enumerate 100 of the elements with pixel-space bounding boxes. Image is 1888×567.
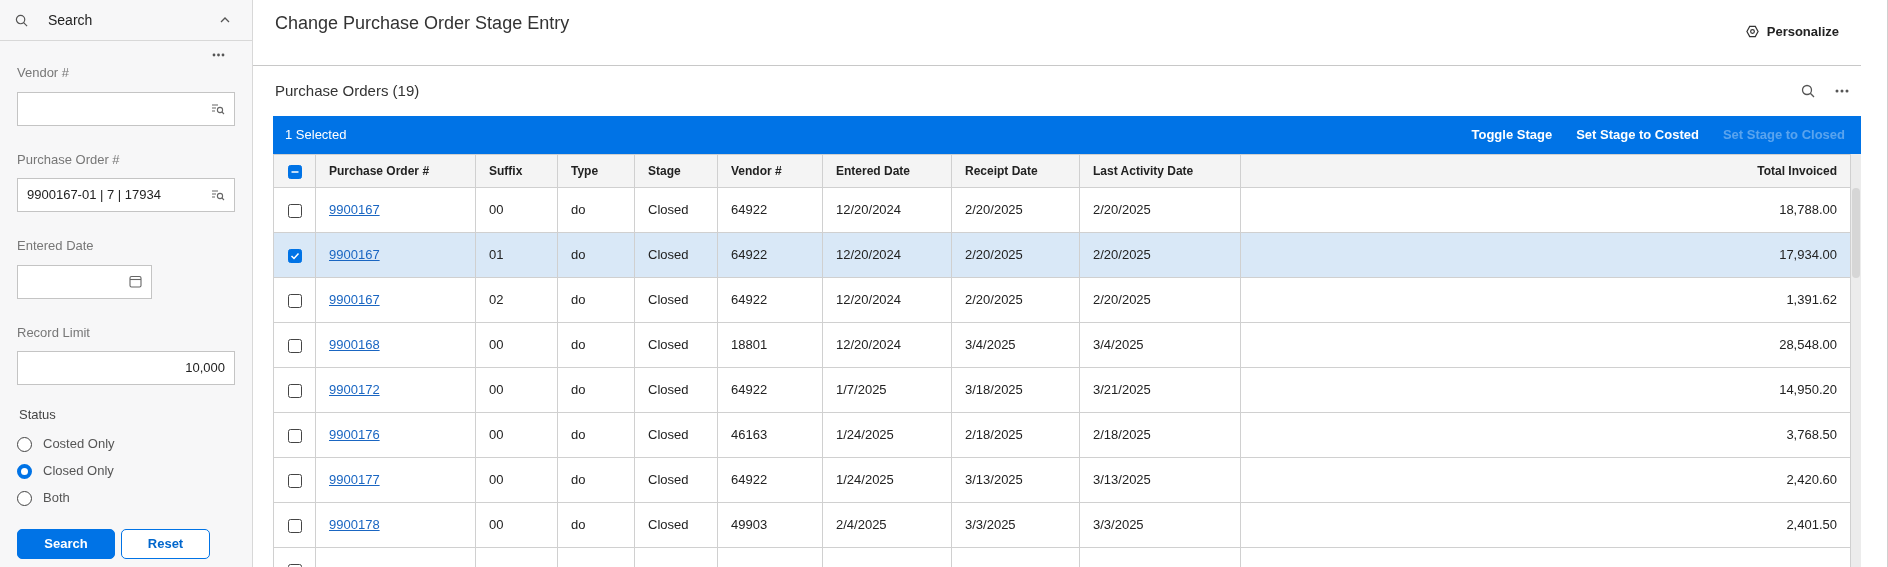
reset-button[interactable]: Reset [121, 528, 210, 559]
table-cell: 2,401.50 [1786, 517, 1837, 533]
table-cell: 12/20/2024 [836, 337, 902, 353]
radio-label: Costed Only [43, 435, 115, 454]
input-field[interactable] [17, 91, 235, 126]
table-cell: Closed [648, 517, 689, 533]
column-header[interactable]: Stage [648, 164, 681, 178]
table-cell: 18,788.00 [1779, 202, 1837, 218]
table-cell: 3,768.50 [1786, 427, 1837, 443]
table-cell: 18801 [731, 337, 768, 353]
table-cell: 12/20/2024 [836, 292, 902, 308]
table-cell: 2/20/2025 [965, 247, 1023, 263]
table-cell: 64922 [731, 292, 768, 308]
search-icon[interactable] [1801, 84, 1815, 98]
table-cell: 01 [489, 247, 504, 263]
table-cell: 46163 [731, 427, 768, 443]
order-link[interactable]: 9900177 [329, 472, 380, 488]
grid-title: Purchase Orders (19) [275, 80, 420, 101]
page-title: Change Purchase Order Stage Entry [275, 12, 570, 35]
table-cell: Closed [648, 427, 689, 443]
column-header[interactable]: Type [571, 164, 599, 178]
table-cell: 1/24/2025 [836, 427, 894, 443]
table-cell: 12/20/2024 [836, 247, 902, 263]
input-field[interactable]: 9900167-01 | 7 | 17934 [17, 178, 235, 212]
table-cell: do [571, 382, 586, 398]
table-cell: 64922 [731, 247, 768, 263]
checkbox[interactable] [287, 383, 302, 398]
input-field[interactable]: 10,000 [17, 351, 235, 385]
table-cell: 2/18/2025 [965, 427, 1023, 443]
settings-icon [1745, 25, 1759, 39]
search-icon [15, 13, 28, 27]
more-icon[interactable] [212, 53, 225, 57]
checkbox[interactable] [287, 473, 302, 488]
table-row[interactable]: 9900167 02 do Closed 64922 12/20/2024 2/20/2025 2/20/2025 1,391.62 [273, 277, 1851, 323]
scrollbar[interactable] [1851, 154, 1861, 567]
field-label: Entered Date [17, 237, 95, 255]
field-label: Purchase Order # [17, 150, 121, 169]
group-label: Status [19, 406, 57, 424]
column-header[interactable]: Total Invoiced [1757, 164, 1837, 178]
personalize-button[interactable]: Personalize [1745, 22, 1839, 42]
table-cell: 49903 [731, 517, 768, 533]
search-button[interactable]: Search [17, 528, 115, 559]
order-link[interactable]: 9900168 [329, 337, 380, 353]
checkbox[interactable] [287, 203, 302, 218]
table-cell: 64922 [731, 202, 768, 218]
table-cell: 1,391.62 [1786, 292, 1837, 308]
order-link[interactable]: 9900178 [329, 517, 380, 533]
table-cell: 00 [489, 427, 504, 443]
table-cell: 3/13/2025 [1093, 472, 1151, 488]
table-row[interactable]: 9900178 00 do Closed 49903 2/4/2025 3/3/2025 3/3/2025 2,401.50 [273, 502, 1851, 548]
order-link[interactable]: 9900167 [329, 292, 380, 308]
table-cell: Closed [648, 472, 689, 488]
table-cell: do [571, 292, 586, 308]
more-icon[interactable] [1835, 89, 1849, 93]
checkbox[interactable] [287, 338, 302, 353]
action-link[interactable]: Toggle Stage [1471, 125, 1553, 145]
table-cell: Closed [648, 337, 689, 353]
table-row[interactable]: 9900177 00 do Closed 64922 1/24/2025 3/13/2025 3/13/2025 2,420.60 [273, 457, 1851, 503]
order-link[interactable]: 9900172 [329, 382, 380, 398]
column-header[interactable]: Suffix [489, 164, 523, 178]
field-label: Vendor # [17, 64, 71, 82]
table-cell: 2/20/2025 [965, 202, 1023, 218]
table-cell: do [571, 427, 586, 443]
table-cell: 3/4/2025 [1093, 337, 1144, 353]
table-row[interactable]: 9900167 01 do Closed 64922 12/20/2024 2/20/2025 2/20/2025 17,934.00 [273, 232, 1851, 278]
table-row[interactable]: 9900167 00 do Closed 64922 12/20/2024 2/20/2025 2/20/2025 18,788.00 [273, 187, 1851, 233]
panel-title: Search [48, 10, 94, 30]
table-cell: 14,950.20 [1779, 382, 1837, 398]
selection-count: 1 Selected [285, 126, 347, 145]
column-header[interactable]: Vendor # [731, 164, 782, 178]
checkbox[interactable] [287, 293, 302, 308]
table-cell: 2/4/2025 [836, 517, 887, 533]
date-field[interactable] [17, 264, 152, 299]
table-cell: 12/20/2024 [836, 202, 902, 218]
table-cell: Closed [648, 292, 689, 308]
table-cell: 2/20/2025 [1093, 202, 1151, 218]
order-link[interactable]: 9900167 [329, 247, 380, 263]
table-cell: 3/4/2025 [965, 337, 1016, 353]
order-link[interactable]: 9900176 [329, 427, 380, 443]
checkbox[interactable] [287, 428, 302, 443]
checkbox[interactable] [287, 164, 302, 179]
table-row[interactable]: 9900168 00 do Closed 18801 12/20/2024 3/4/2025 3/4/2025 28,548.00 [273, 322, 1851, 368]
action-link[interactable]: Set Stage to Costed [1576, 125, 1699, 145]
table-row[interactable]: 9900176 00 do Closed 46163 1/24/2025 2/18/2025 2/18/2025 3,768.50 [273, 412, 1851, 458]
table-cell: 64922 [731, 472, 768, 488]
field-label: Record Limit [17, 323, 91, 342]
radio-button[interactable] [17, 463, 32, 479]
checkbox[interactable] [287, 518, 302, 533]
table-cell: 3/3/2025 [1093, 517, 1144, 533]
table-row[interactable]: 9900172 00 do Closed 64922 1/7/2025 3/18/2025 3/21/2025 14,950.20 [273, 367, 1851, 413]
order-link[interactable]: 9900167 [329, 202, 380, 218]
radio-button[interactable] [17, 490, 32, 506]
table-cell: 00 [489, 382, 504, 398]
checkbox[interactable] [287, 248, 302, 263]
calendar-icon[interactable] [129, 275, 142, 288]
lookup-icon[interactable] [211, 102, 225, 115]
lookup-icon[interactable] [211, 189, 225, 201]
table-cell: 2/20/2025 [1093, 247, 1151, 263]
radio-button[interactable] [17, 436, 32, 452]
table-cell: 2/20/2025 [965, 292, 1023, 308]
